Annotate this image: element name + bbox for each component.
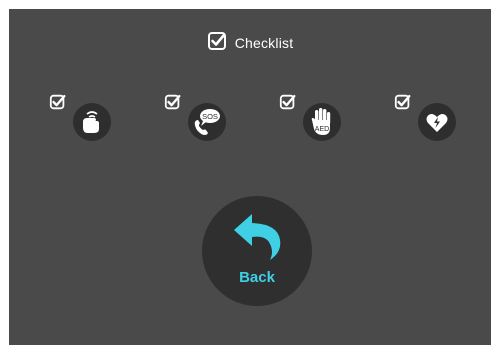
aed-label: AED — [315, 126, 329, 133]
checkbox-checked-icon — [394, 93, 412, 116]
checkbox-checked-icon — [279, 93, 297, 116]
checklist-screen: Checklist SOS AED Back — [9, 9, 491, 345]
step-check-responsiveness — [49, 93, 121, 145]
checklist-header: Checklist — [9, 31, 491, 55]
checkbox-checked-icon — [164, 93, 182, 116]
hand-aed-icon: AED — [303, 103, 341, 141]
step-use-aed: AED — [279, 93, 351, 145]
phone-sos-icon: SOS — [188, 103, 226, 141]
back-button-label: Back — [239, 269, 275, 286]
back-arrow-icon — [230, 210, 284, 267]
sos-label: SOS — [202, 112, 218, 121]
hand-tap-shoulder-icon — [73, 103, 111, 141]
checkbox-checked-icon — [49, 93, 67, 116]
screen-border — [491, 0, 500, 345]
step-defibrillate — [394, 93, 466, 145]
checkbox-checked-icon — [207, 31, 227, 56]
back-button[interactable]: Back — [202, 196, 312, 306]
heart-lightning-icon — [418, 103, 456, 141]
step-call-emergency: SOS — [164, 93, 236, 145]
page-title: Checklist — [234, 35, 294, 51]
